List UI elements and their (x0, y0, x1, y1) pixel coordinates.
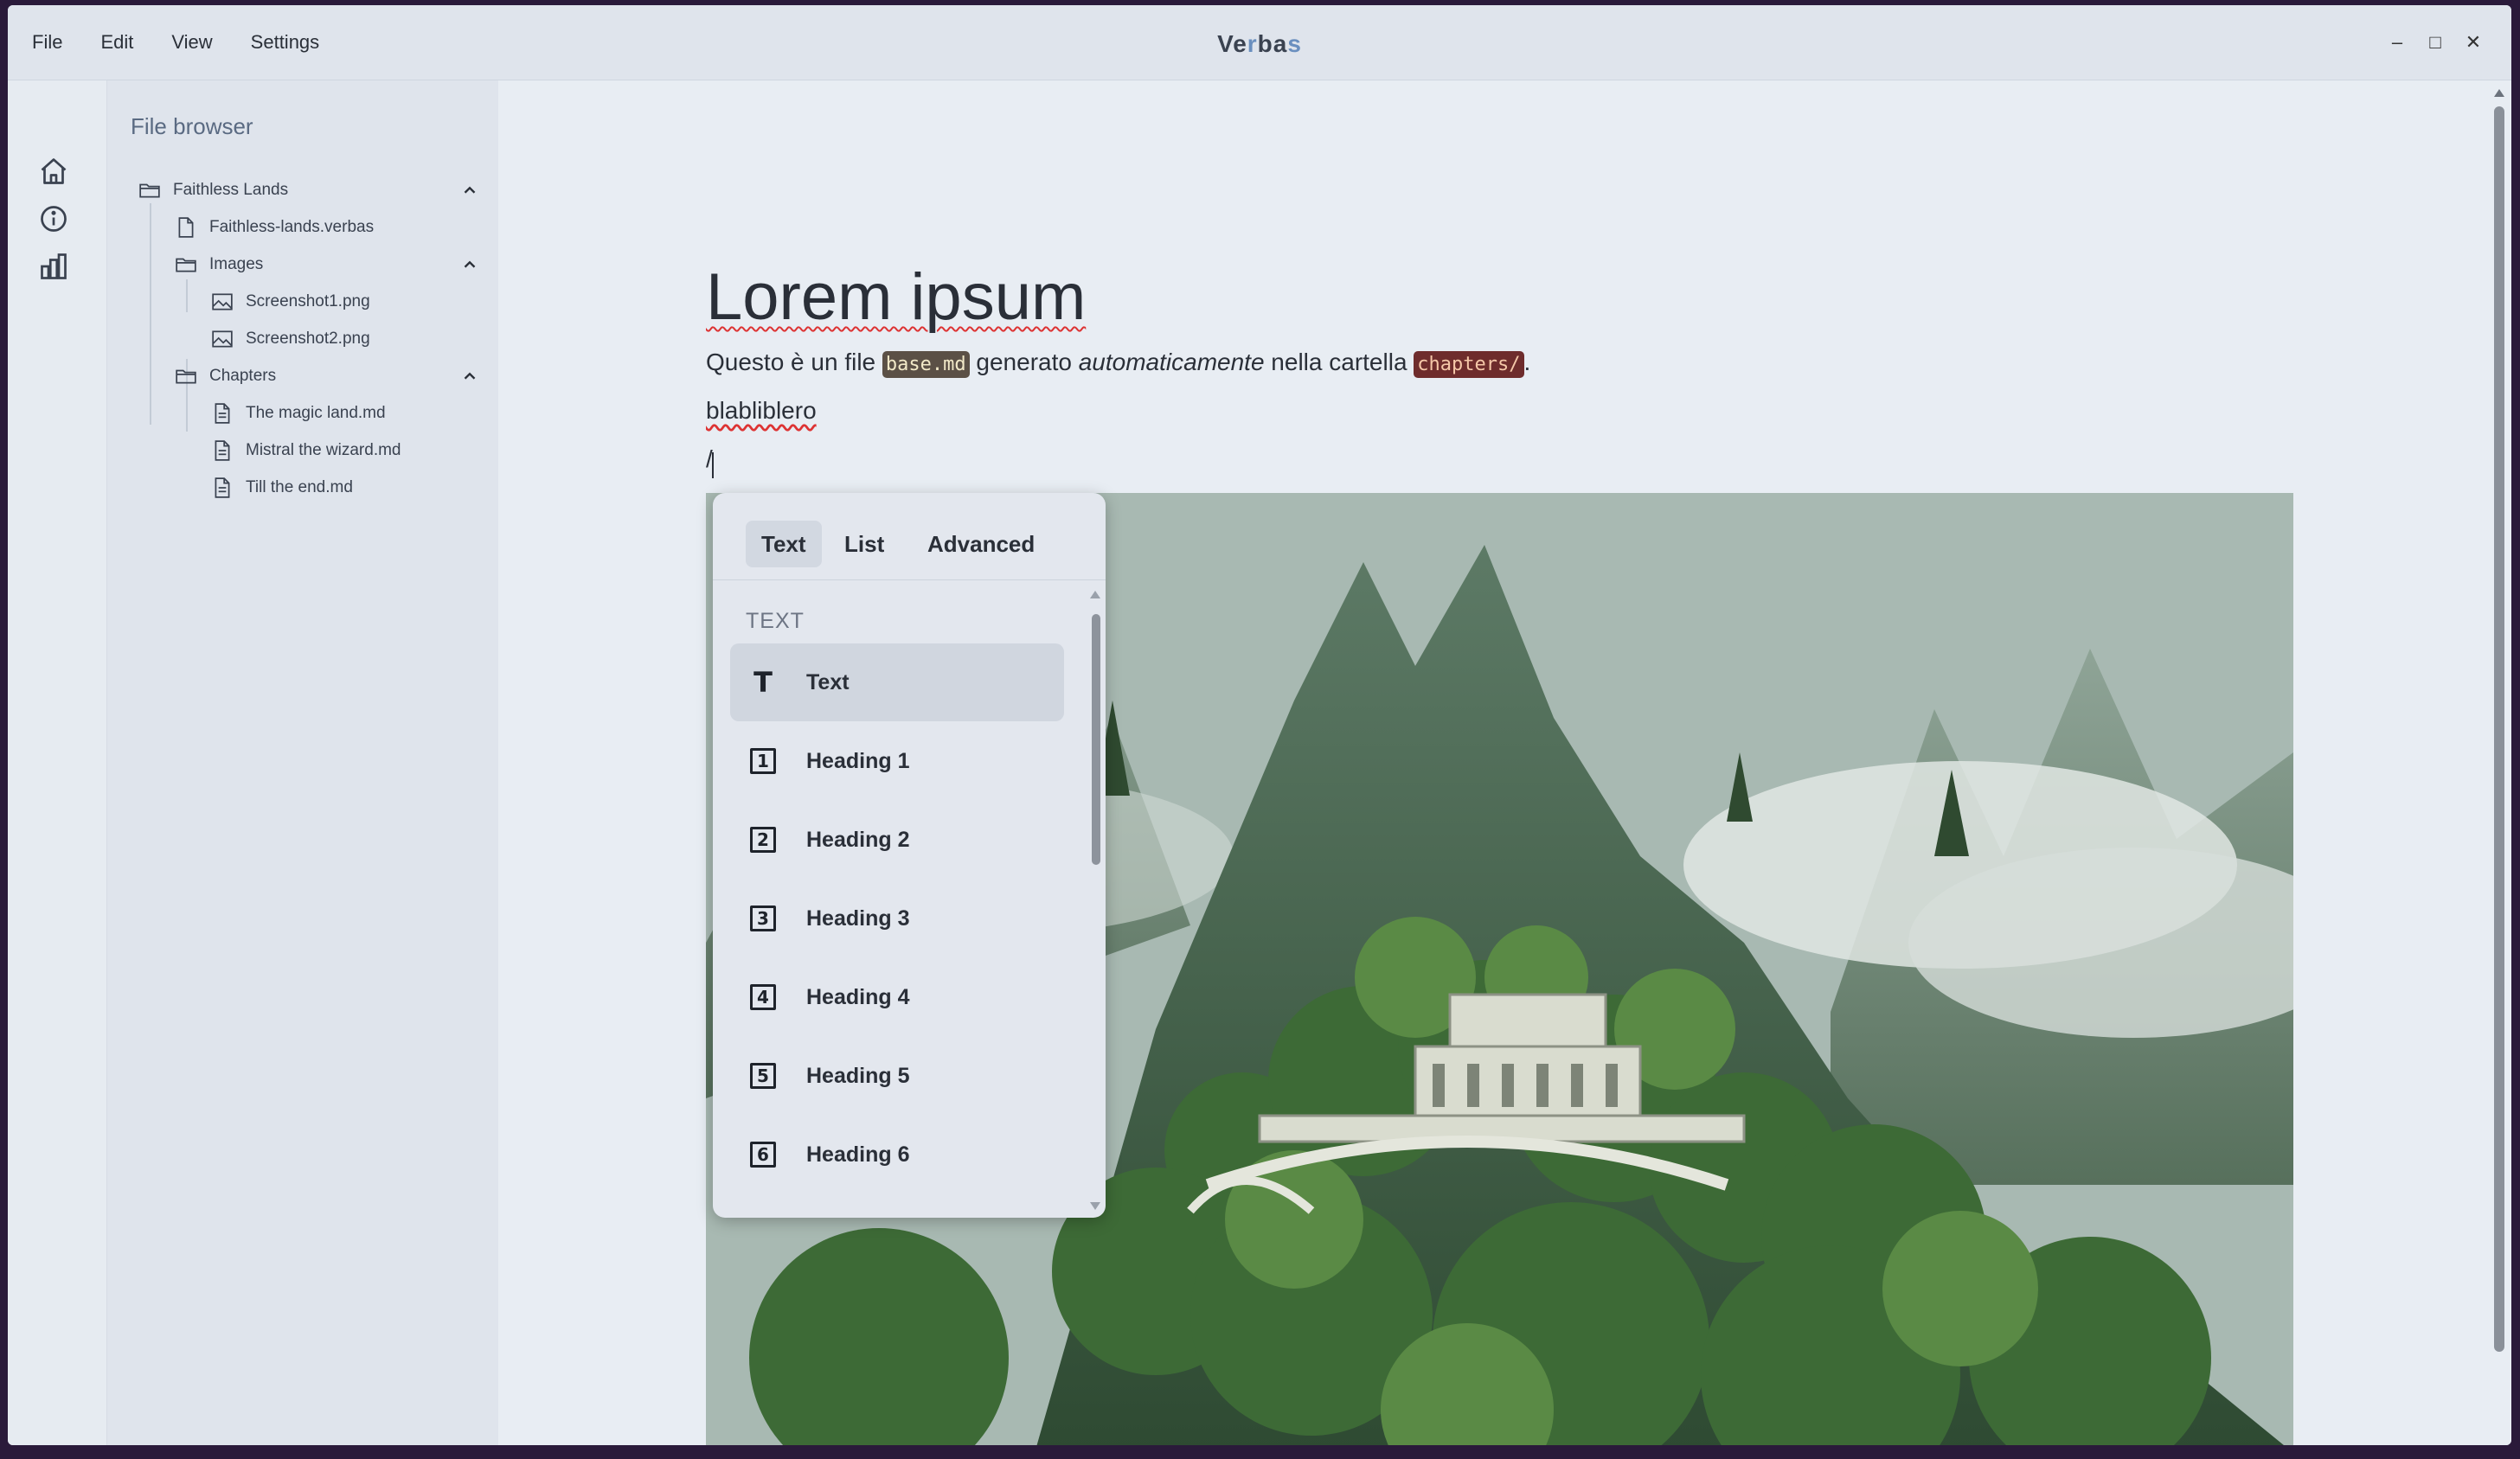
tree-guide (150, 203, 151, 425)
heading-6-icon: 6 (746, 1137, 780, 1172)
tree-item-label: Till the end.md (246, 478, 353, 496)
app-window: File Edit View Settings Verbas – □ ✕ Fil… (8, 5, 2511, 1445)
tree-item-chapters[interactable]: Chapters (175, 360, 498, 393)
document-paragraph[interactable]: Questo è un file base.md generato automa… (706, 349, 1531, 378)
tree-item-label: Images (209, 255, 264, 273)
menu-item-heading-6[interactable]: 6 Heading 6 (730, 1116, 1064, 1193)
tree-item-label: Mistral the wizard.md (246, 441, 401, 459)
tree-item-images[interactable]: Images (175, 248, 498, 281)
window-controls: – □ ✕ (2378, 5, 2492, 80)
scrollbar-thumb[interactable] (2494, 106, 2504, 1352)
app-title: Verbas (1217, 30, 1302, 57)
paragraph-text: . (1523, 349, 1531, 375)
document-paragraph[interactable]: blabliblero (706, 397, 817, 425)
tree-item-screenshot2[interactable]: Screenshot2.png (211, 323, 370, 355)
tree-item-verbas-file[interactable]: Faithless-lands.verbas (175, 211, 374, 244)
tree-item-label: Faithless Lands (173, 181, 289, 199)
activity-bar (8, 80, 107, 1445)
editor[interactable]: Lorem ipsum Questo è un file base.md gen… (498, 80, 2511, 1445)
tree-item-label: Screenshot2.png (246, 330, 370, 348)
heading-3-icon: 3 (746, 901, 780, 936)
text-format-icon: T (753, 666, 773, 699)
image-icon (212, 293, 233, 310)
minimize-button[interactable]: – (2378, 23, 2416, 61)
heading-5-icon: 5 (746, 1059, 780, 1093)
menu-item-heading-5[interactable]: 5 Heading 5 (730, 1037, 1064, 1115)
tree-item-magic-land[interactable]: The magic land.md (211, 397, 386, 430)
menu-item-label: Heading 5 (806, 1063, 910, 1088)
menu-item-label: Heading 6 (806, 1142, 910, 1167)
menu-item-heading-4[interactable]: 4 Heading 4 (730, 958, 1064, 1036)
emphasis-text: automaticamente (1078, 349, 1265, 375)
tab-list[interactable]: List (829, 521, 900, 567)
tab-advanced[interactable]: Advanced (912, 521, 1050, 567)
scroll-up-icon[interactable] (2494, 89, 2504, 97)
menu-item-label: Text (806, 669, 850, 694)
chevron-up-icon[interactable] (460, 255, 479, 274)
title-bar: File Edit View Settings Verbas – □ ✕ (8, 5, 2511, 80)
tree-item-mistral[interactable]: Mistral the wizard.md (211, 434, 401, 467)
tree-item-label: Faithless-lands.verbas (209, 218, 375, 236)
tree-item-label: The magic land.md (246, 404, 386, 422)
tab-text[interactable]: Text (746, 521, 822, 567)
maximize-button[interactable]: □ (2416, 23, 2454, 61)
tree-item-label: Chapters (209, 367, 277, 385)
chevron-up-icon[interactable] (460, 367, 479, 386)
info-icon[interactable] (38, 203, 69, 234)
document-icon (215, 477, 230, 498)
document-icon (215, 403, 230, 424)
text-caret (712, 452, 714, 478)
tree-item-label: Screenshot1.png (246, 292, 370, 310)
document-heading[interactable]: Lorem ipsum (706, 259, 1086, 335)
heading-4-icon: 4 (746, 980, 780, 1014)
slash-command-menu: Text List Advanced TEXT T Text 1 Heading… (713, 493, 1106, 1218)
heading-2-icon: 2 (746, 822, 780, 857)
tree-item-till-the-end[interactable]: Till the end.md (211, 471, 353, 504)
menu-item-label: Heading 1 (806, 748, 910, 773)
home-icon[interactable] (38, 156, 69, 187)
menu-item-label: Heading 2 (806, 827, 910, 852)
popup-scroll-up-icon[interactable] (1090, 591, 1100, 598)
chevron-up-icon[interactable] (460, 181, 479, 200)
menu-item-heading-1[interactable]: 1 Heading 1 (730, 722, 1064, 800)
tree-guide (186, 279, 188, 312)
popup-scrollbar[interactable] (1092, 614, 1100, 865)
menu-item-heading-3[interactable]: 3 Heading 3 (730, 880, 1064, 957)
file-browser: File browser Faithless Lands Faithless-l… (107, 80, 498, 1445)
image-icon (212, 330, 233, 348)
menu-item-heading-2[interactable]: 2 Heading 2 (730, 801, 1064, 879)
heading-1-icon: 1 (746, 744, 780, 778)
folder-icon (139, 183, 160, 198)
tree-item-screenshot1[interactable]: Screenshot1.png (211, 285, 370, 318)
paragraph-text: generato (969, 349, 1079, 375)
file-icon (178, 217, 194, 238)
close-button[interactable]: ✕ (2454, 23, 2492, 61)
menu-item-label: Heading 4 (806, 984, 910, 1009)
menu-item-text[interactable]: T Text (730, 643, 1064, 721)
popup-tabs: Text List Advanced (713, 493, 1106, 580)
menu-item-label: Heading 3 (806, 905, 910, 931)
stats-icon[interactable] (38, 251, 69, 282)
folder-icon (176, 258, 196, 272)
editor-scrollbar[interactable] (2485, 80, 2511, 1445)
document-icon (215, 440, 230, 461)
sidebar-title: File browser (131, 113, 253, 139)
inline-code: chapters/ (1414, 351, 1524, 378)
paragraph-text: nella cartella (1264, 349, 1414, 375)
tree-item-faithless-lands[interactable]: Faithless Lands (138, 174, 498, 207)
folder-icon (176, 369, 196, 384)
popup-scroll-down-icon[interactable] (1090, 1202, 1100, 1210)
section-label: TEXT (746, 609, 805, 633)
paragraph-text: Questo è un file (706, 349, 882, 375)
inline-code: base.md (882, 351, 970, 378)
